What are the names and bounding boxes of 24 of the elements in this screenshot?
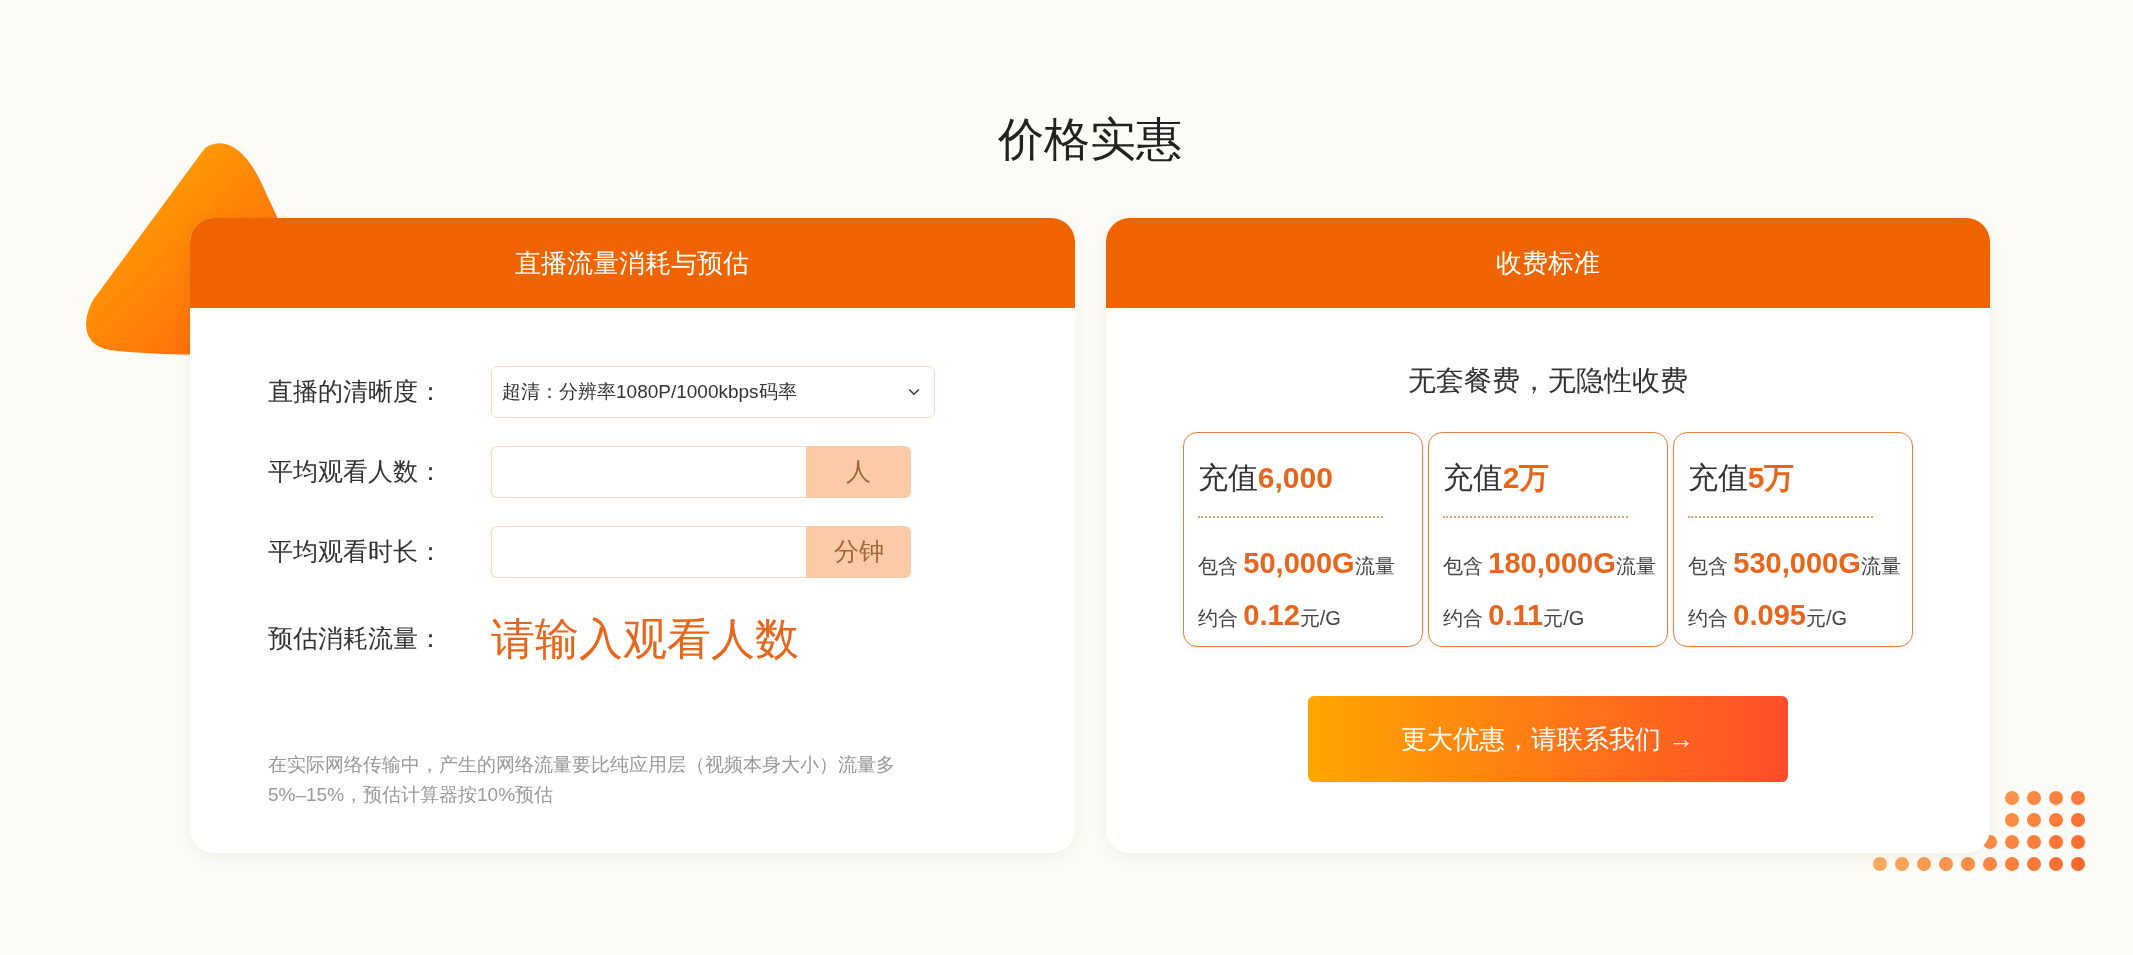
field-label: 平均观看人数： — [268, 456, 444, 488]
plan-rate: 约合 0.095元/G — [1687, 597, 1848, 633]
subtitle: 无套餐费，无隐性收费 — [1407, 364, 1688, 398]
card-header: 收费标准 — [1105, 218, 1990, 308]
note-text: 在实际网络传输中，产生的网络流量要比纯应用层（视频本身大小）流量多5%–15%，预估计算器按10%预估 — [268, 753, 896, 808]
plan-title: 充值6,000 — [1197, 455, 1383, 518]
plan-traffic: 包含 530,000G流量 — [1687, 546, 1898, 581]
plan-rate: 约合 0.11元/G — [1442, 597, 1586, 633]
result-label: 预估消耗流量： — [268, 623, 444, 655]
field-label: 直播的清晰度： — [268, 376, 444, 408]
plan-title: 充值5万 — [1687, 455, 1873, 518]
input-field[interactable] — [491, 446, 806, 498]
unit-label: 分钟 — [806, 526, 911, 578]
plan-traffic: 包含 180,000G流量 — [1442, 546, 1653, 581]
unit-label: 人 — [806, 446, 911, 498]
resolution-select[interactable]: 超清：分辨率1080P/1000kbps码率 — [491, 366, 935, 418]
plan-traffic: 包含 50,000G流量 — [1197, 546, 1396, 581]
input-field[interactable] — [491, 526, 806, 578]
section-title: 价格实惠 — [997, 112, 1183, 167]
result-value: 请输入观看人数 — [491, 613, 799, 665]
card-header: 直播流量消耗与预估 — [190, 218, 1075, 308]
plan-title: 充值2万 — [1442, 455, 1628, 518]
field-label: 平均观看时长： — [268, 536, 444, 568]
plan-rate: 约合 0.12元/G — [1197, 597, 1342, 633]
